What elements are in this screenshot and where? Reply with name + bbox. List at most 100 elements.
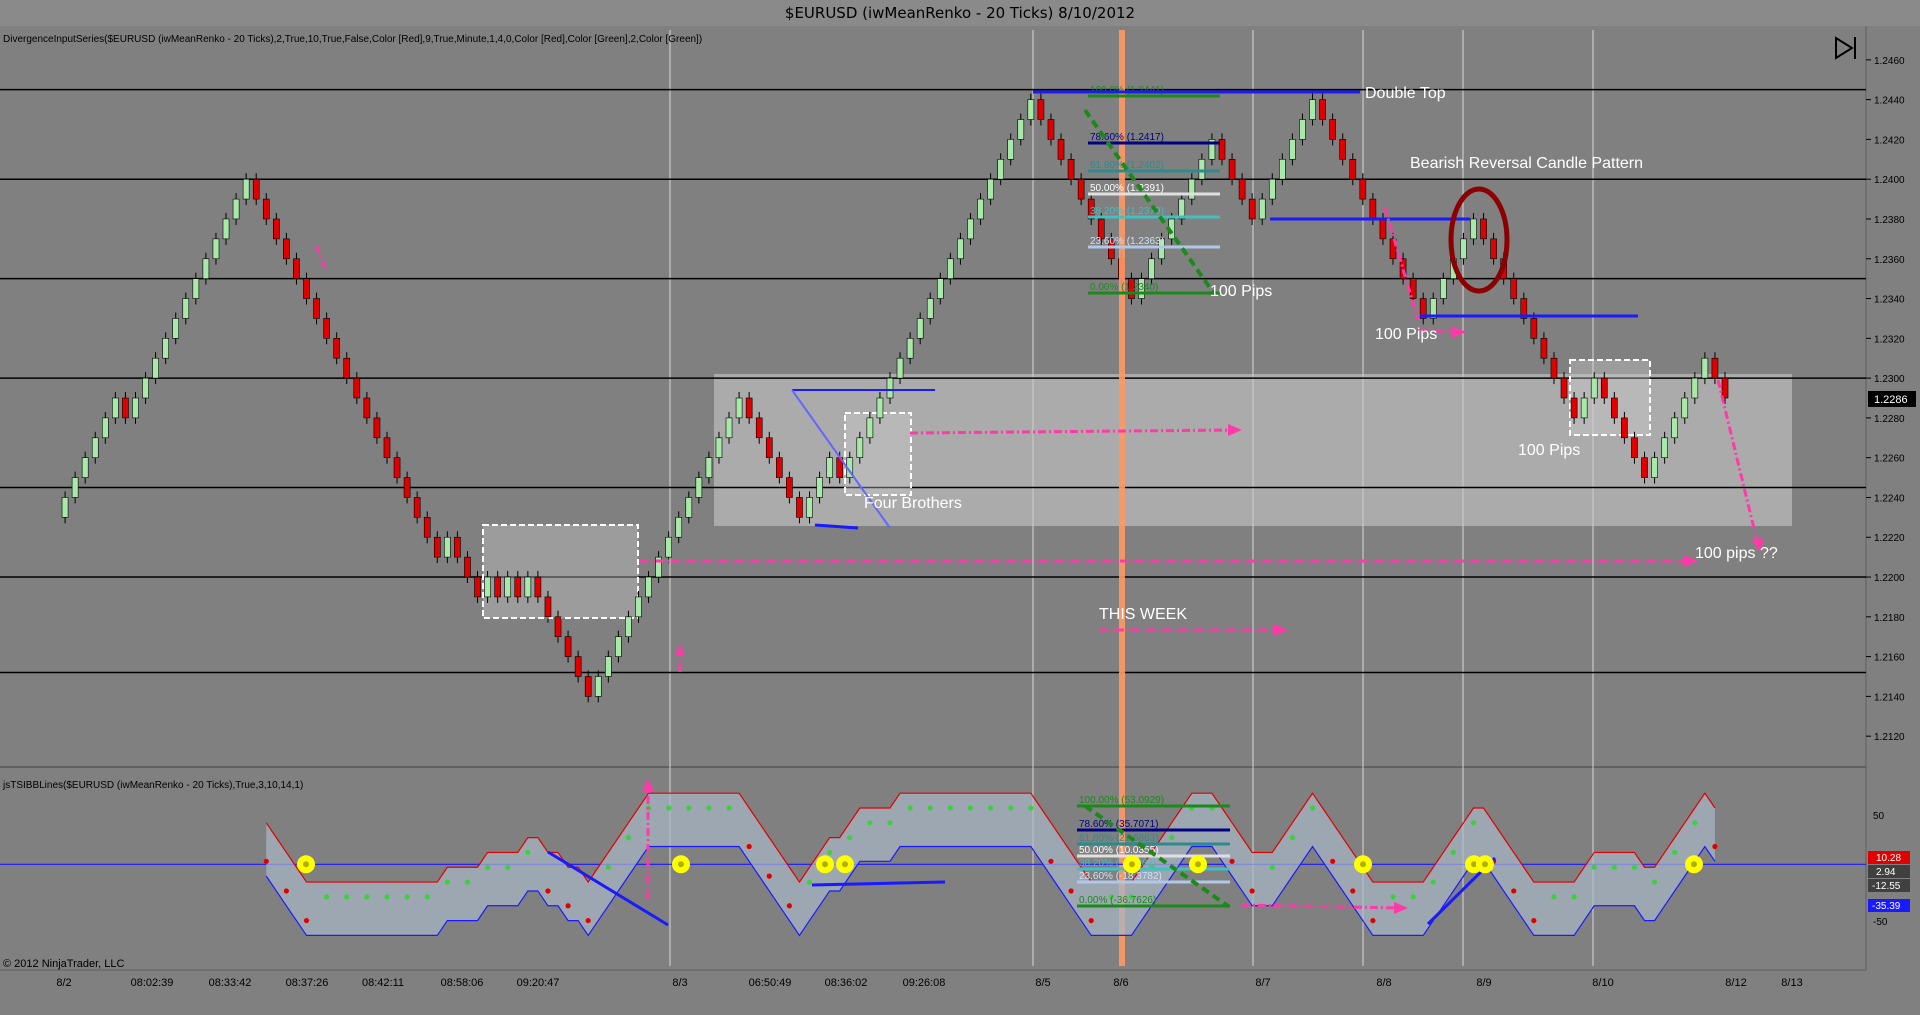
candle-84 <box>896 357 904 379</box>
tsi-dot-40 <box>666 805 672 811</box>
candle-93 <box>987 178 994 200</box>
tsi-dot-106 <box>1330 858 1336 864</box>
candle-75 <box>806 497 813 518</box>
candle-101 <box>1067 158 1075 180</box>
current-price-label: 1.2286 <box>1874 394 1908 406</box>
candle-88 <box>936 278 944 299</box>
y-tick-10: 1.2260 <box>1874 454 1905 465</box>
annotation-four-brothers: Four Brothers <box>864 495 962 512</box>
x-tick-5: 08:58:06 <box>441 977 484 989</box>
tsi-dot-54 <box>806 879 813 885</box>
candle-73 <box>786 477 793 498</box>
candle-77 <box>826 457 833 478</box>
y-tick-14: 1.2180 <box>1874 613 1905 624</box>
candle-99 <box>1047 119 1055 140</box>
tsi-dot-136 <box>1631 864 1638 870</box>
copyright: © 2012 NinjaTrader, LLC <box>3 958 124 970</box>
candle-138 <box>1439 278 1447 299</box>
x-tick-17: 8/12 <box>1725 977 1746 989</box>
divergence-marker-core-8 <box>1482 861 1488 868</box>
tsi-dot-28 <box>545 888 551 894</box>
candle-155 <box>1611 397 1618 419</box>
candle-51 <box>564 636 572 657</box>
y-tick-0: 1.2460 <box>1874 56 1905 67</box>
candle-36 <box>413 497 421 518</box>
candle-2 <box>71 477 79 498</box>
candle-96 <box>1017 119 1025 140</box>
candle-27 <box>323 318 330 339</box>
chart-canvas[interactable]: 100.0% (1.2441) 78.60% (1.2417) 61.80% (… <box>0 0 1920 1015</box>
candle-109 <box>1148 258 1155 279</box>
divergence-marker-core-6 <box>1360 861 1366 868</box>
annotation-pips-q: 100 pips ?? <box>1695 545 1778 562</box>
fib-lower-label-2: 61.80% (21.6883) <box>1079 833 1159 844</box>
tsi-dot-62 <box>887 820 893 826</box>
tsi-dot-66 <box>927 805 933 811</box>
tsi-dot-12 <box>384 894 390 900</box>
tsi-dot-96 <box>1229 858 1235 864</box>
x-tick-18: 8/13 <box>1781 977 1802 989</box>
tsi-dot-100 <box>1269 864 1275 870</box>
candle-90 <box>957 238 964 260</box>
annotation-pips-1: 100 Pips <box>1210 283 1272 300</box>
candle-158 <box>1641 457 1648 478</box>
x-tick-16: 8/10 <box>1592 977 1613 989</box>
candle-100 <box>1057 139 1065 160</box>
x-tick-0: 8/2 <box>56 977 71 989</box>
fib-lower-label-5: 23.60% (-18.3782) <box>1079 871 1162 882</box>
x-tick-9: 08:36:02 <box>825 977 868 989</box>
candle-145 <box>1510 278 1518 299</box>
x-tick-7: 8/3 <box>672 977 687 989</box>
candle-22 <box>273 218 280 240</box>
candle-11 <box>162 338 169 359</box>
candle-13 <box>182 298 190 319</box>
candle-42 <box>474 576 481 598</box>
x-tick-1: 08:02:39 <box>131 977 174 989</box>
tsi-dot-24 <box>505 864 511 870</box>
y-tick-5: 1.2360 <box>1874 255 1905 266</box>
consolidation-box-2 <box>844 412 912 496</box>
y-tick-12: 1.2220 <box>1874 533 1905 544</box>
candle-54 <box>594 676 602 697</box>
time-axis[interactable]: 8/2 08:02:39 08:33:42 08:37:26 08:42:11 08:58… <box>56 977 1802 989</box>
candle-30 <box>353 377 361 399</box>
tsi-dot-18 <box>444 879 450 885</box>
candle-126 <box>1319 99 1326 120</box>
candle-81 <box>866 417 874 439</box>
candle-43 <box>484 576 491 598</box>
candle-157 <box>1631 437 1638 458</box>
annotation-pips-2: 100 Pips <box>1375 326 1437 343</box>
candle-127 <box>1329 119 1336 140</box>
y-tick-2: 1.2420 <box>1874 135 1905 146</box>
candle-86 <box>916 318 924 339</box>
x-tick-2: 08:33:42 <box>209 977 252 989</box>
divergence-marker-core-1 <box>678 861 684 868</box>
tsi-dot-50 <box>766 873 772 879</box>
tsi-dot-130 <box>1571 894 1577 900</box>
candle-23 <box>283 238 290 260</box>
candle-17 <box>222 218 230 240</box>
candle-29 <box>343 357 351 379</box>
x-tick-8: 06:50:49 <box>749 977 792 989</box>
candle-65 <box>705 457 713 478</box>
candle-72 <box>776 457 783 478</box>
candle-1 <box>61 497 69 518</box>
candle-151 <box>1570 397 1578 419</box>
candle-152 <box>1580 397 1588 419</box>
candle-122 <box>1279 158 1286 180</box>
fib-upper-label-6: 0.00% (1.2340) <box>1090 282 1158 293</box>
candle-35 <box>403 477 411 498</box>
tsi-dot-60 <box>867 820 873 826</box>
ind-marker-3: -35.39 <box>1872 901 1901 912</box>
candle-7 <box>122 397 129 419</box>
x-tick-10: 09:26:08 <box>903 977 946 989</box>
divergence-marker-core-4 <box>1129 861 1135 868</box>
y-tick-17: 1.2120 <box>1874 732 1905 743</box>
tsi-dot-78 <box>1048 858 1054 864</box>
candle-58 <box>635 596 642 618</box>
candle-98 <box>1037 99 1045 120</box>
candle-87 <box>926 298 934 319</box>
x-tick-3: 08:37:26 <box>286 977 329 989</box>
x-tick-11: 8/5 <box>1035 977 1050 989</box>
candle-163 <box>1691 377 1699 399</box>
